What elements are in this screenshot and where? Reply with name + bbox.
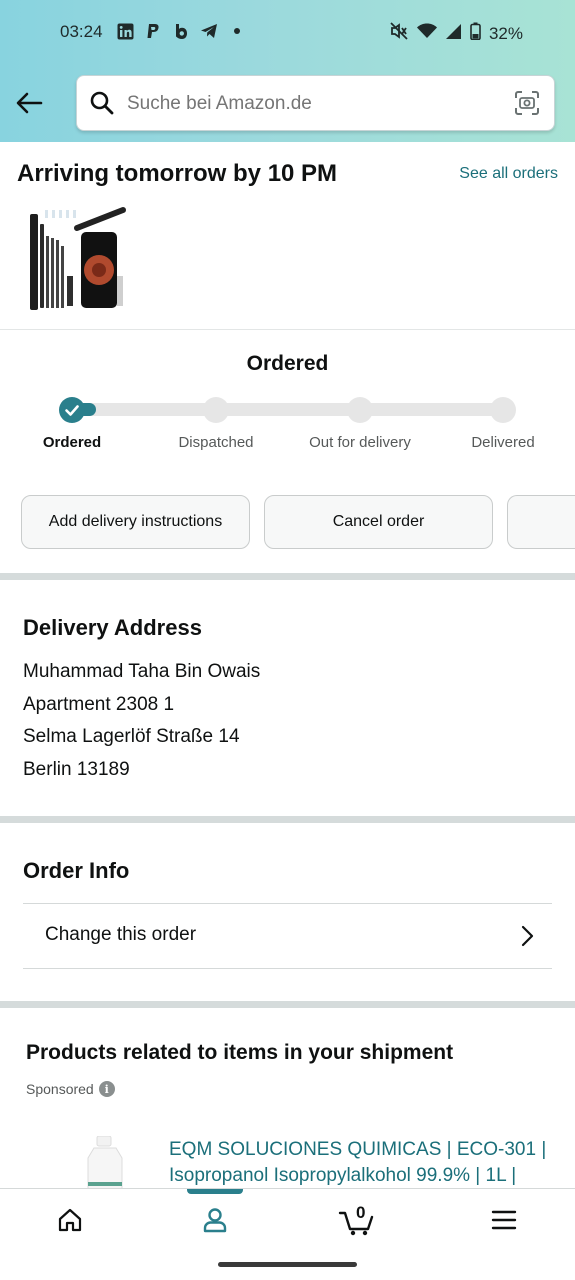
- camera-search-icon[interactable]: [514, 90, 540, 116]
- step-node-ordered: [59, 397, 85, 423]
- section-divider: [0, 573, 575, 580]
- see-all-orders-link[interactable]: See all orders: [459, 165, 558, 183]
- step-node-delivered: [490, 397, 516, 423]
- account-icon[interactable]: [185, 1189, 245, 1251]
- status-bar: 03:24 32%: [0, 18, 575, 48]
- address-line: Selma Lagerlöf Straße 14: [23, 726, 240, 747]
- address-line: Muhammad Taha Bin Owais: [23, 661, 261, 682]
- order-info-title: Order Info: [23, 858, 130, 883]
- info-icon[interactable]: i: [98, 1081, 115, 1097]
- step-node-dispatched: [203, 397, 229, 423]
- order-status-title: Ordered: [246, 352, 329, 375]
- address-line: Berlin 13189: [23, 759, 130, 780]
- search-input[interactable]: [127, 76, 507, 132]
- sponsored-label: Sponsored i: [26, 1081, 115, 1097]
- delivery-address-title: Delivery Address: [23, 615, 202, 640]
- address-line: Apartment 2308 1: [23, 694, 175, 715]
- bottom-navigation: 0: [0, 1188, 575, 1250]
- step-node-out-for-delivery: [347, 397, 373, 423]
- sponsored-text: Sponsored: [26, 1081, 94, 1097]
- add-delivery-instructions-button[interactable]: Add delivery instructions: [21, 495, 250, 549]
- cart-count: 0: [356, 1203, 366, 1222]
- home-icon[interactable]: [40, 1189, 100, 1251]
- change-order-row[interactable]: Change this order: [23, 903, 552, 969]
- battery-icon: [470, 22, 481, 45]
- b-icon: [172, 22, 190, 40]
- divider: [0, 329, 575, 330]
- cart-icon[interactable]: 0: [328, 1189, 388, 1251]
- progress-track: [72, 403, 504, 416]
- search-bar[interactable]: [76, 75, 555, 132]
- product-title-link[interactable]: EQM SOLUCIONES QUIMICAS | ECO-301 | Isop…: [169, 1137, 549, 1189]
- notification-icons: [116, 22, 246, 40]
- step-label-delivered: Delivered: [471, 434, 535, 451]
- wifi-icon: [416, 23, 437, 44]
- product-image[interactable]: [80, 1135, 130, 1191]
- signal-icon: [445, 23, 462, 45]
- section-divider: [0, 816, 575, 823]
- more-actions-button[interactable]: [507, 495, 575, 549]
- related-products-title: Products related to items in your shipme…: [26, 1041, 454, 1064]
- system-icons: 32%: [389, 22, 523, 45]
- step-label-out-for-delivery: Out for delivery: [309, 434, 411, 451]
- step-label-dispatched: Dispatched: [178, 434, 254, 451]
- telegram-icon: [200, 22, 218, 40]
- gesture-bar: [218, 1262, 357, 1267]
- section-divider: [0, 1001, 575, 1008]
- back-button[interactable]: [14, 88, 44, 118]
- menu-icon[interactable]: [474, 1189, 534, 1251]
- header: 03:24 32% Suche bei Amazon.de: [0, 0, 575, 142]
- step-label-ordered: Ordered: [42, 434, 102, 451]
- arrival-headline: Arriving tomorrow by 10 PM: [17, 160, 338, 187]
- mute-icon: [389, 22, 409, 45]
- cancel-order-button[interactable]: Cancel order: [264, 495, 493, 549]
- battery-percent: 32%: [488, 23, 523, 43]
- paypal-icon: [144, 22, 162, 40]
- chevron-right-icon: [520, 924, 536, 948]
- change-order-label: Change this order: [45, 924, 197, 945]
- linkedin-icon: [116, 22, 134, 40]
- clock: 03:24: [60, 22, 103, 41]
- search-icon: [89, 90, 115, 116]
- dot-icon: [228, 22, 246, 40]
- product-thumbnail[interactable]: [27, 206, 127, 314]
